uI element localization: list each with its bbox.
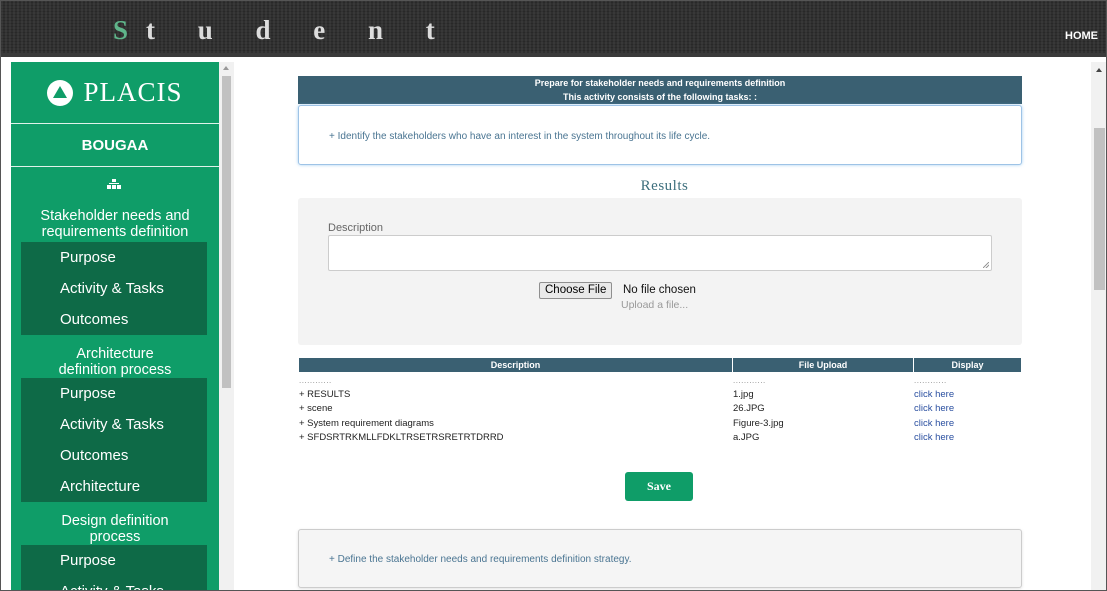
task-panel-2[interactable]: + Define the stakeholder needs and requi… bbox=[298, 529, 1022, 588]
sidebar-item-purpose[interactable]: Purpose bbox=[21, 545, 207, 576]
table-cell-display-link[interactable]: click here bbox=[914, 389, 954, 400]
activity-subtitle-bar: This activity consists of the following … bbox=[298, 90, 1022, 104]
main-scrollbar[interactable] bbox=[1091, 62, 1106, 590]
results-heading: Results bbox=[640, 178, 689, 194]
scroll-up-arrow-icon[interactable] bbox=[1096, 68, 1102, 72]
logo[interactable]: PLACIS bbox=[11, 62, 219, 124]
sidebar-item-purpose[interactable]: Purpose bbox=[21, 242, 207, 273]
save-button[interactable]: Save bbox=[625, 472, 693, 501]
activity-title-bar: Prepare for stakeholder needs and requir… bbox=[298, 76, 1022, 90]
section-title-design[interactable]: Design definition process bbox=[11, 513, 219, 546]
section-title-architecture[interactable]: Architecture definition process bbox=[11, 346, 219, 379]
submenu-design: Purpose Activity & Tasks bbox=[21, 545, 207, 590]
upload-panel: Description Choose File No file chosen U… bbox=[298, 198, 1022, 345]
section-title-architecture-line1: Architecture bbox=[76, 346, 154, 362]
logo-text: PLACIS bbox=[83, 77, 183, 107]
sidebar: PLACIS BOUGAA Stakeholder needs and requ… bbox=[11, 62, 219, 590]
app-title: St u d e n t bbox=[113, 15, 453, 46]
sidebar-item-activity-tasks[interactable]: Activity & Tasks bbox=[21, 576, 207, 590]
user-name: BOUGAA bbox=[11, 125, 219, 167]
table-cell-display-link[interactable]: click here bbox=[914, 432, 954, 443]
choose-file-button[interactable]: Choose File bbox=[539, 282, 613, 299]
app-title-first-letter: S bbox=[113, 15, 147, 45]
app-window: St u d e n t HOME PLACIS BOUGAA Stakehol… bbox=[0, 0, 1107, 591]
table-cell-file: Figure-3.jpg bbox=[733, 418, 784, 429]
sidebar-scroll-thumb[interactable] bbox=[222, 76, 231, 388]
table-dots: ............ bbox=[299, 376, 332, 385]
task-panel-1[interactable]: + Identify the stakeholders who have an … bbox=[298, 105, 1022, 165]
description-textarea[interactable] bbox=[328, 235, 992, 271]
main-content: Prepare for stakeholder needs and requir… bbox=[239, 62, 1090, 590]
home-link[interactable]: HOME bbox=[1065, 30, 1098, 42]
no-file-chosen-text: No file chosen bbox=[623, 284, 696, 296]
sidebar-item-activity-tasks[interactable]: Activity & Tasks bbox=[21, 409, 207, 440]
sitemap-icon bbox=[107, 179, 121, 189]
sidebar-item-purpose[interactable]: Purpose bbox=[21, 378, 207, 409]
table-cell-display-link[interactable]: click here bbox=[914, 403, 954, 414]
sidebar-item-outcomes[interactable]: Outcomes bbox=[21, 440, 207, 471]
section-title-design-line1: Design definition bbox=[61, 513, 169, 529]
app-title-rest: t u d e n t bbox=[146, 15, 453, 45]
sidebar-item-activity-tasks[interactable]: Activity & Tasks bbox=[21, 273, 207, 304]
table-dots: ............ bbox=[914, 376, 947, 385]
upload-hint: Upload a file... bbox=[621, 299, 689, 311]
task-text-1: + Identify the stakeholders who have an … bbox=[329, 131, 711, 142]
col-header-description: Description bbox=[490, 360, 541, 370]
top-header: St u d e n t HOME bbox=[1, 1, 1106, 57]
table-cell-description: + scene bbox=[299, 403, 333, 414]
table-header: Description File Upload Display bbox=[299, 358, 1021, 372]
section-title-stakeholder[interactable]: Stakeholder needs and requirements defin… bbox=[11, 208, 219, 243]
table-cell-description: + SFDSRTRKMLLFDKLTRSETRSRETRTDRRD bbox=[299, 432, 504, 443]
section-title-architecture-line2: definition process bbox=[58, 362, 172, 379]
table-cell-description: + System requirement diagrams bbox=[299, 418, 434, 429]
col-header-file-upload: File Upload bbox=[798, 360, 848, 370]
sidebar-scrollbar[interactable] bbox=[219, 62, 234, 590]
table-cell-file: 1.jpg bbox=[733, 389, 754, 400]
table-cell-file: a.JPG bbox=[733, 432, 760, 443]
table-cell-description: + RESULTS bbox=[299, 389, 351, 400]
submenu-architecture: Purpose Activity & Tasks Outcomes Archit… bbox=[21, 378, 207, 502]
submenu-stakeholder: Purpose Activity & Tasks Outcomes bbox=[21, 242, 207, 335]
description-label: Description bbox=[328, 222, 384, 234]
sidebar-item-outcomes[interactable]: Outcomes bbox=[21, 304, 207, 335]
task-text-2: + Define the stakeholder needs and requi… bbox=[329, 554, 632, 565]
section-title-design-line2: process bbox=[67, 529, 163, 546]
sidebar-item-architecture[interactable]: Architecture bbox=[21, 471, 207, 502]
scroll-up-arrow-icon[interactable] bbox=[223, 66, 229, 70]
main-scroll-thumb[interactable] bbox=[1094, 128, 1105, 290]
table-dots: ............ bbox=[733, 376, 766, 385]
table-cell-file: 26.JPG bbox=[733, 403, 765, 414]
placis-logo-icon bbox=[47, 79, 74, 106]
table-cell-display-link[interactable]: click here bbox=[914, 418, 954, 429]
col-header-display: Display bbox=[951, 360, 984, 370]
